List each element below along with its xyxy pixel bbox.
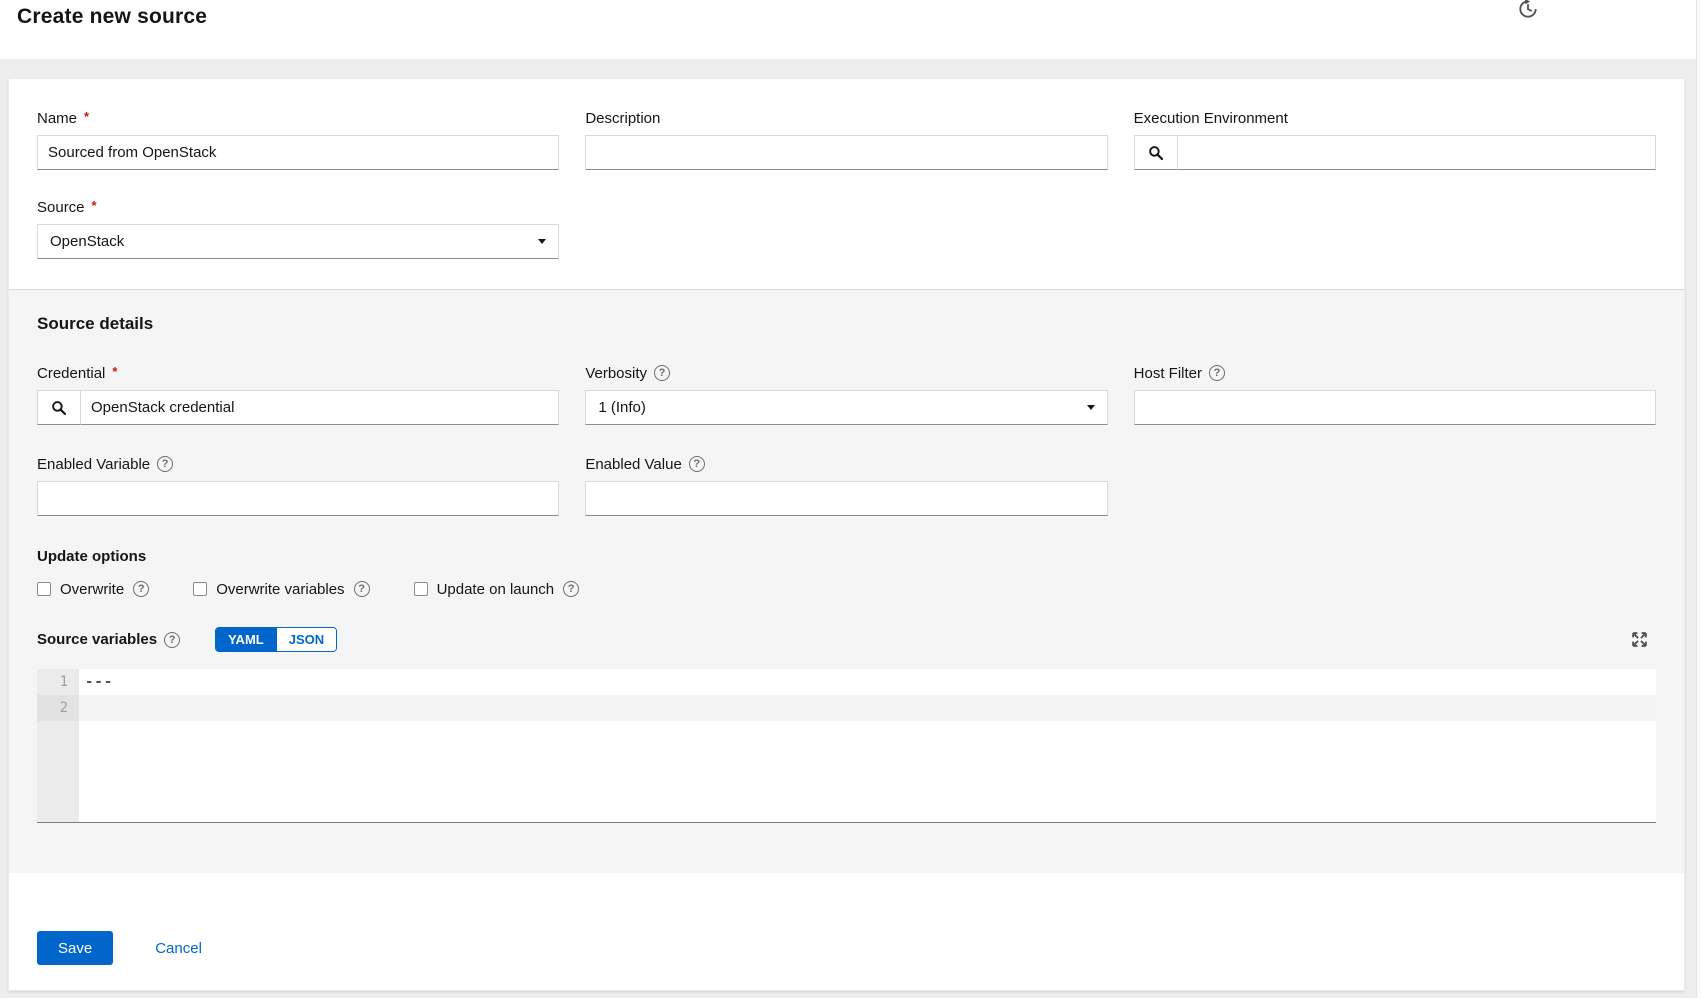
source-variables-label: Source variables [37, 631, 157, 648]
overwrite-option: Overwrite [37, 581, 149, 598]
enabled-variable-label: Enabled Variable [37, 455, 559, 473]
overwrite-variables-label[interactable]: Overwrite variables [216, 581, 344, 598]
json-toggle-button[interactable]: JSON [276, 628, 336, 651]
page-scrollbar[interactable] [1696, 0, 1701, 998]
editor-code-area[interactable]: --- [79, 669, 1656, 822]
source-variables-editor: 1 2 --- [37, 669, 1656, 823]
overwrite-variables-checkbox[interactable] [193, 582, 207, 596]
source-select[interactable]: OpenStack [37, 224, 559, 259]
source-details-section: Source details Credential * [9, 289, 1684, 873]
description-label: Description [585, 109, 1107, 127]
overwrite-label[interactable]: Overwrite [60, 581, 124, 598]
execution-environment-input[interactable] [1178, 135, 1656, 170]
source-field-group: Source * OpenStack [37, 198, 559, 259]
variables-mode-toggle: YAML JSON [215, 627, 337, 652]
create-source-form-card: Name * Description Execution Environment [8, 78, 1685, 991]
page-title: Create new source [17, 5, 207, 29]
source-details-row-2: Enabled Variable Enabled Value [37, 455, 1656, 516]
yaml-toggle-button[interactable]: YAML [216, 628, 276, 651]
help-icon[interactable] [133, 581, 149, 597]
save-button[interactable]: Save [37, 931, 113, 965]
caret-down-icon [1087, 405, 1095, 410]
history-button[interactable] [1515, 0, 1541, 22]
overwrite-checkbox[interactable] [37, 582, 51, 596]
description-field-group: Description [585, 109, 1107, 170]
name-label: Name * [37, 109, 559, 127]
verbosity-field-group: Verbosity 1 (Info) [585, 364, 1107, 425]
help-icon[interactable] [1209, 365, 1225, 381]
page-header: Create new source [0, 0, 1701, 59]
help-icon[interactable] [563, 581, 579, 597]
help-icon[interactable] [157, 456, 173, 472]
verbosity-select-value: 1 (Info) [598, 399, 646, 416]
enabled-value-field-group: Enabled Value [585, 455, 1107, 516]
source-select-value: OpenStack [50, 233, 124, 250]
code-line[interactable]: --- [79, 669, 1656, 695]
source-label: Source * [37, 198, 559, 216]
help-icon[interactable] [164, 632, 180, 648]
form-row-2: Source * OpenStack [37, 198, 1656, 259]
source-details-heading: Source details [37, 314, 1656, 334]
update-options-heading: Update options [37, 548, 1656, 566]
help-icon[interactable] [654, 365, 670, 381]
enabled-value-input[interactable] [585, 481, 1107, 516]
host-filter-input[interactable] [1134, 390, 1656, 425]
help-icon[interactable] [689, 456, 705, 472]
host-filter-label: Host Filter [1134, 364, 1656, 382]
code-line[interactable] [79, 695, 1656, 721]
name-input[interactable] [37, 135, 559, 170]
enabled-value-label: Enabled Value [585, 455, 1107, 473]
update-on-launch-option: Update on launch [414, 581, 580, 598]
source-details-row-1: Credential * [37, 364, 1656, 425]
help-icon[interactable] [354, 581, 370, 597]
form-actions: Save Cancel [37, 873, 1656, 965]
execution-environment-search-button[interactable] [1134, 135, 1178, 170]
editor-line-numbers: 1 2 [37, 669, 79, 822]
caret-down-icon [538, 239, 546, 244]
line-number: 2 [37, 695, 79, 721]
credential-label: Credential * [37, 364, 559, 382]
verbosity-select[interactable]: 1 (Info) [585, 390, 1107, 425]
credential-input[interactable] [81, 390, 559, 425]
required-asterisk: * [112, 364, 117, 379]
form-row-1: Name * Description Execution Environment [37, 109, 1656, 170]
update-options-row: Overwrite Overwrite variables Update on … [37, 578, 1656, 600]
source-variables-header: Source variables YAML JSON [37, 626, 1656, 653]
execution-environment-label: Execution Environment [1134, 109, 1656, 127]
expand-icon [1631, 631, 1648, 648]
history-icon [1517, 0, 1539, 20]
verbosity-label: Verbosity [585, 364, 1107, 382]
update-on-launch-checkbox[interactable] [414, 582, 428, 596]
search-icon [51, 400, 67, 416]
name-field-group: Name * [37, 109, 559, 170]
required-asterisk: * [84, 109, 89, 124]
description-input[interactable] [585, 135, 1107, 170]
required-asterisk: * [92, 198, 97, 213]
host-filter-field-group: Host Filter [1134, 364, 1656, 425]
enabled-variable-input[interactable] [37, 481, 559, 516]
cancel-button[interactable]: Cancel [155, 940, 202, 957]
line-number: 1 [37, 669, 79, 695]
execution-environment-field-group: Execution Environment [1134, 109, 1656, 170]
credential-search-button[interactable] [37, 390, 81, 425]
credential-field-group: Credential * [37, 364, 559, 425]
enabled-variable-field-group: Enabled Variable [37, 455, 559, 516]
overwrite-variables-option: Overwrite variables [193, 581, 369, 598]
update-on-launch-label[interactable]: Update on launch [437, 581, 555, 598]
search-icon [1148, 145, 1164, 161]
expand-editor-button[interactable] [1629, 629, 1650, 650]
